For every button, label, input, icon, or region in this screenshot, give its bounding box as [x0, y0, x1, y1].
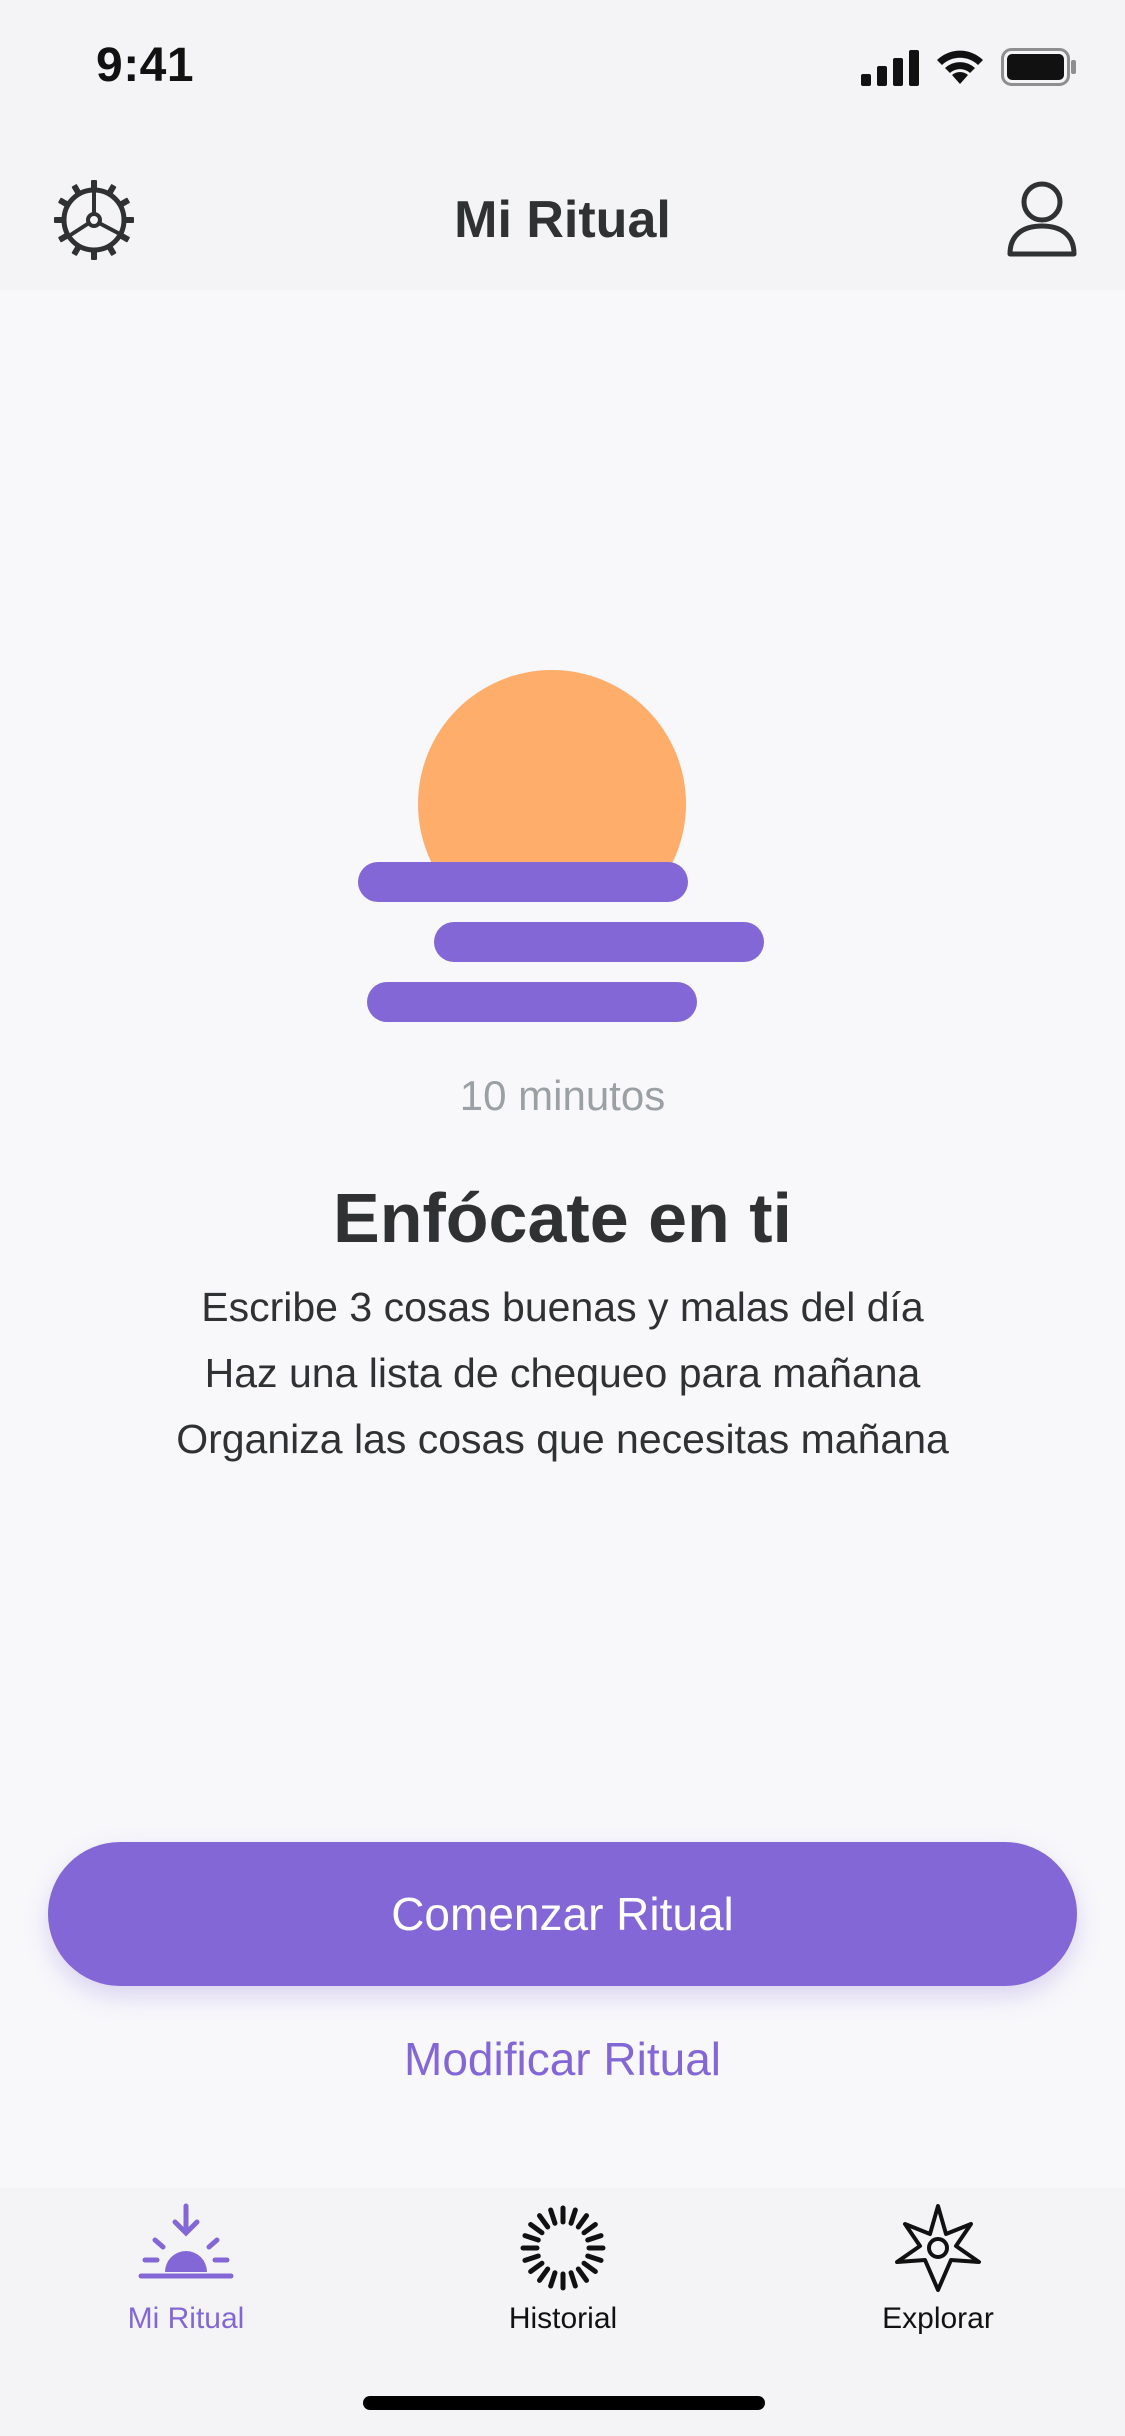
- history-icon-tick: [575, 2213, 590, 2230]
- ritual-duration: 10 minutos: [459, 1072, 666, 1119]
- history-icon-tick: [581, 2260, 598, 2275]
- history-icon-tick: [522, 2253, 541, 2263]
- tab-mi-ritual[interactable]: Mi Ritual: [56, 2202, 316, 2362]
- ritual-steps-list: Escribe 3 cosas buenas y malas del día H…: [0, 1274, 1125, 1472]
- history-icon-tick: [522, 2233, 541, 2243]
- status-time: 9:41: [96, 39, 195, 92]
- ritual-step: Escribe 3 cosas buenas y malas del día: [201, 1284, 924, 1330]
- history-icon-tick: [581, 2221, 598, 2236]
- tab-explorar[interactable]: Explorar: [808, 2202, 1068, 2362]
- tab-historial[interactable]: Historial: [433, 2202, 693, 2362]
- ritual-title: Enfócate en ti: [333, 1179, 792, 1257]
- history-icon-tick: [585, 2253, 604, 2263]
- page-title: Mi Ritual: [454, 191, 671, 249]
- history-icon-tick: [536, 2213, 551, 2230]
- sunset-icon: [358, 670, 764, 1022]
- history-icon-tick: [585, 2233, 604, 2243]
- ritual-step: Haz una lista de chequeo para mañana: [204, 1350, 921, 1396]
- tab-label: Explorar: [882, 2302, 994, 2335]
- history-icon-tick: [528, 2221, 545, 2236]
- tab-label: Historial: [508, 2302, 618, 2335]
- cellular-signal-icon: [861, 50, 919, 86]
- sunrise-icon: [138, 2203, 234, 2279]
- history-icon-tick: [548, 2270, 558, 2289]
- history-icon: [520, 2205, 606, 2291]
- home-indicator[interactable]: [363, 2396, 765, 2410]
- history-icon-tick: [528, 2260, 545, 2275]
- screen: 9:41 Mi Ritual 10 minutos Enfócate en ti…: [0, 0, 1125, 2436]
- battery-icon: [1001, 48, 1076, 86]
- modify-ritual-link[interactable]: Modificar Ritual: [0, 2032, 1125, 2086]
- history-icon-tick: [575, 2266, 590, 2283]
- wifi-icon: [937, 50, 983, 84]
- history-icon-tick: [548, 2207, 558, 2226]
- history-icon-tick: [568, 2207, 578, 2226]
- profile-icon: [1007, 181, 1077, 257]
- history-icon-tick: [568, 2270, 578, 2289]
- profile-button[interactable]: [1006, 180, 1078, 258]
- history-icon-tick: [536, 2266, 551, 2283]
- sunset-illustration: [350, 668, 780, 1028]
- start-ritual-button[interactable]: Comenzar Ritual: [48, 1842, 1077, 1986]
- compass-star-icon: [895, 2204, 981, 2292]
- tab-label: Mi Ritual: [127, 2302, 245, 2335]
- status-icons: [861, 46, 1081, 90]
- ritual-step: Organiza las cosas que necesitas mañana: [176, 1416, 949, 1462]
